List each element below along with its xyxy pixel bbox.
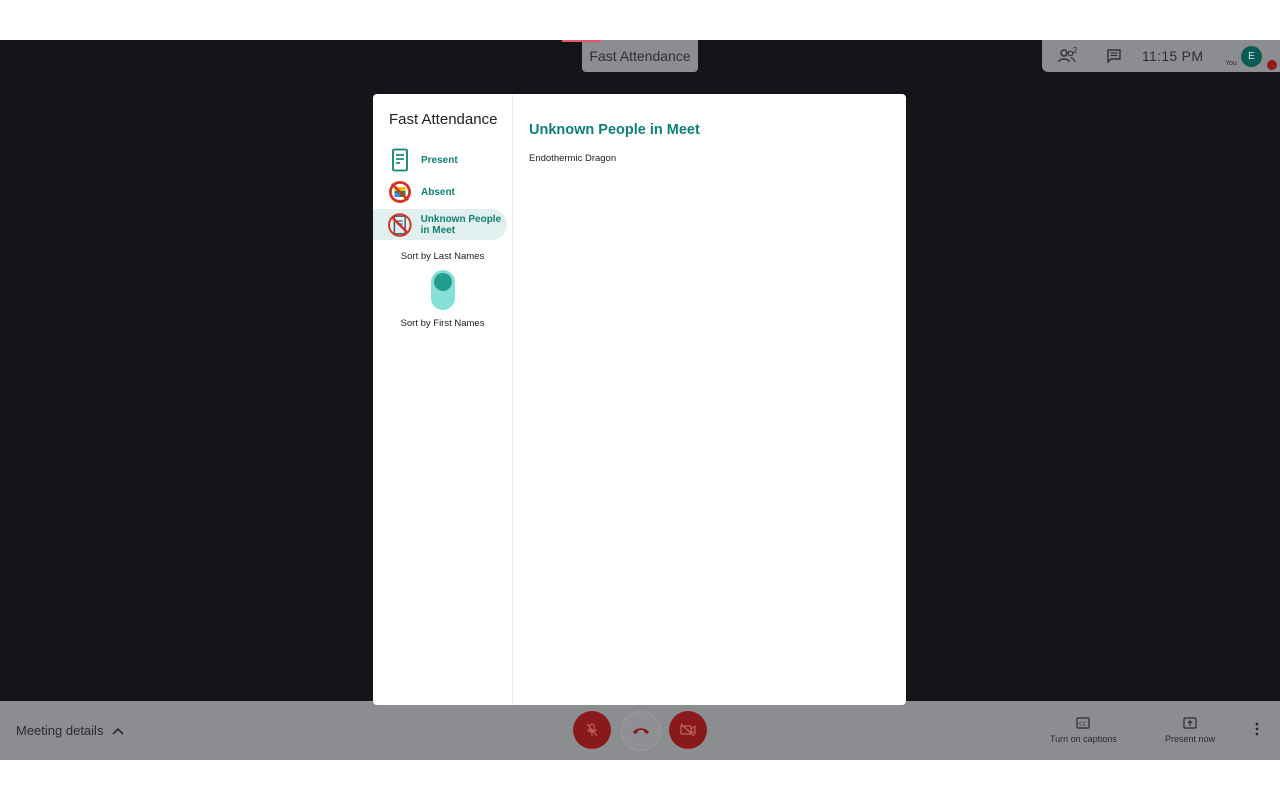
unknown-people-icon [388,212,412,237]
present-now-label: Present now [1165,734,1216,744]
more-options-button[interactable] [1254,721,1260,742]
meeting-details-button[interactable]: Meeting details [16,701,125,760]
toggle-knob[interactable] [434,273,452,291]
nav-item-absent[interactable]: Absent [373,180,507,204]
meeting-details-label: Meeting details [16,723,104,738]
nav-item-present[interactable]: Present [373,148,507,172]
sort-order-toggle[interactable] [431,270,455,310]
closed-captions-icon: CC [1076,717,1090,729]
fast-attendance-panel: Fast Attendance Present Absent Unknown P… [373,94,906,705]
you-label: You [1225,60,1237,67]
avatar[interactable]: E [1241,46,1262,67]
chat-icon [1107,49,1121,63]
top-right-bar: 2 11:15 PM You E [1042,40,1280,72]
captions-button[interactable]: CC Turn on captions [1050,715,1117,744]
nav-item-label: Present [421,154,458,166]
chevron-up-icon [112,727,125,735]
sort-by-last-names-label: Sort by Last Names [400,251,485,262]
app-title: Fast Attendance [389,111,498,128]
nav-item-label: Unknown People in Meet [420,213,502,236]
bottom-control-bar: Meeting details CC Turn on captions Pres… [0,701,1280,760]
participants-count: 2 [1073,46,1078,55]
camera-off-icon [680,723,696,737]
presentation-tab-title[interactable]: Fast Attendance [562,40,698,72]
section-title: Unknown People in Meet [529,122,700,138]
captions-label: Turn on captions [1050,734,1117,744]
mic-muted-badge-icon [1267,60,1277,70]
attendance-sidebar: Fast Attendance Present Absent Unknown P… [373,94,513,705]
document-icon [392,148,408,172]
list-item: Endothermic Dragon [529,153,617,164]
people-button[interactable]: 2 [1047,40,1087,72]
leave-call-button[interactable] [621,711,661,751]
hang-up-icon [633,728,649,734]
absent-icon [389,181,411,203]
microphone-toggle-button[interactable] [573,711,611,749]
nav-item-label: Absent [421,186,455,198]
nav-item-unknown-people[interactable]: Unknown People in Meet [373,209,507,240]
present-screen-icon [1183,717,1197,729]
present-now-button[interactable]: Present now [1165,715,1215,744]
meeting-clock: 11:15 PM [1142,48,1204,64]
chat-button[interactable] [1094,40,1134,72]
svg-text:CC: CC [1080,722,1088,728]
mic-off-icon [586,723,598,737]
more-vertical-icon [1255,722,1259,736]
camera-toggle-button[interactable] [669,711,707,749]
sort-by-first-names-label: Sort by First Names [400,318,485,329]
